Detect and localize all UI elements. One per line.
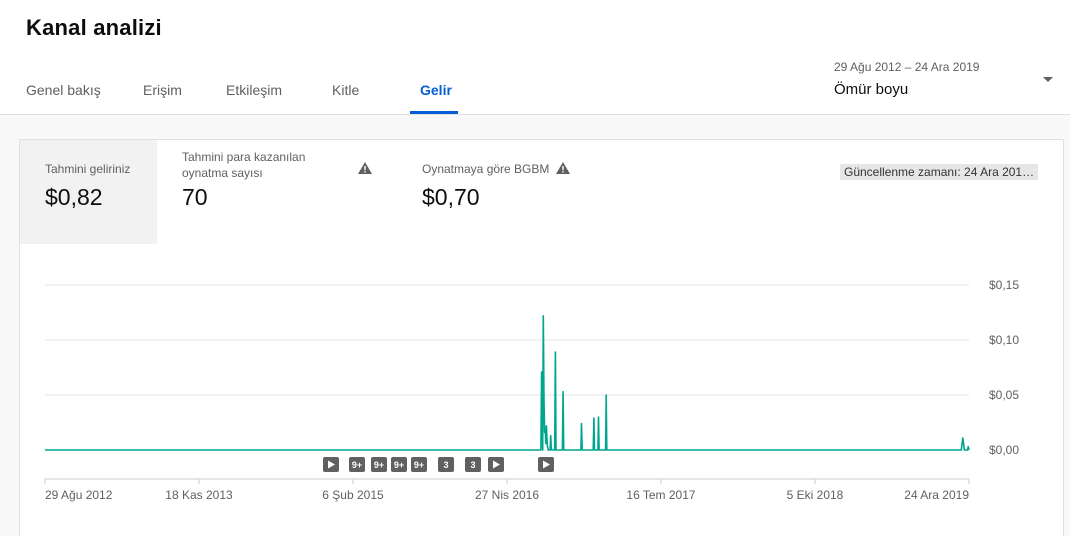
- revenue-series-line: [45, 315, 970, 451]
- y-tick-label: $0,15: [989, 278, 1019, 292]
- x-tick-label: 18 Kas 2013: [165, 488, 233, 502]
- svg-text:9+: 9+: [374, 460, 384, 470]
- caret-down-icon[interactable]: [1043, 77, 1053, 82]
- header-bar: Kanal analizi Genel bakış Erişim Etkileş…: [0, 0, 1070, 115]
- y-tick-label: $0,00: [989, 443, 1019, 457]
- active-tab-indicator: [410, 111, 458, 114]
- x-tick-label: 29 Ağu 2012: [45, 488, 113, 502]
- revenue-card: Tahmini geliriniz $0,82 Tahmini para kaz…: [19, 139, 1064, 536]
- annotation-marker[interactable]: 9+: [411, 457, 427, 472]
- annotation-marker[interactable]: 9+: [371, 457, 387, 472]
- period-value: Ömür boyu: [834, 81, 909, 98]
- annotation-marker[interactable]: 3: [465, 457, 481, 472]
- x-tick-label: 5 Eki 2018: [787, 488, 844, 502]
- x-tick-label: 6 Şub 2015: [322, 488, 384, 502]
- x-tick-label: 27 Nis 2016: [475, 488, 539, 502]
- date-range-label: 29 Ağu 2012 – 24 Ara 2019: [834, 60, 980, 74]
- annotation-marker[interactable]: 9+: [349, 457, 365, 472]
- x-tick-label: 24 Ara 2019: [904, 488, 969, 502]
- tab-audience[interactable]: Kitle: [332, 82, 359, 98]
- tab-engagement[interactable]: Etkileşim: [226, 82, 282, 98]
- svg-text:3: 3: [443, 460, 448, 470]
- svg-text:9+: 9+: [352, 460, 362, 470]
- y-tick-label: $0,10: [989, 333, 1019, 347]
- revenue-line-chart: $0,15 $0,10 $0,05 $0,00 29 Ağu 2012 18 Kas 20…: [44, 278, 1019, 502]
- x-tick-label: 16 Tem 2017: [626, 488, 695, 502]
- annotation-marker[interactable]: 3: [438, 457, 454, 472]
- annotation-marker[interactable]: 9+: [391, 457, 407, 472]
- play-marker-icon[interactable]: [538, 457, 554, 472]
- svg-text:3: 3: [470, 460, 475, 470]
- play-marker-icon[interactable]: [488, 457, 504, 472]
- tab-revenue[interactable]: Gelir: [420, 82, 452, 98]
- svg-text:9+: 9+: [394, 460, 404, 470]
- tab-reach[interactable]: Erişim: [143, 82, 182, 98]
- svg-text:9+: 9+: [414, 460, 424, 470]
- y-tick-label: $0,05: [989, 388, 1019, 402]
- tab-overview[interactable]: Genel bakış: [26, 82, 101, 98]
- page-title: Kanal analizi: [26, 15, 162, 40]
- play-marker-icon[interactable]: [323, 457, 339, 472]
